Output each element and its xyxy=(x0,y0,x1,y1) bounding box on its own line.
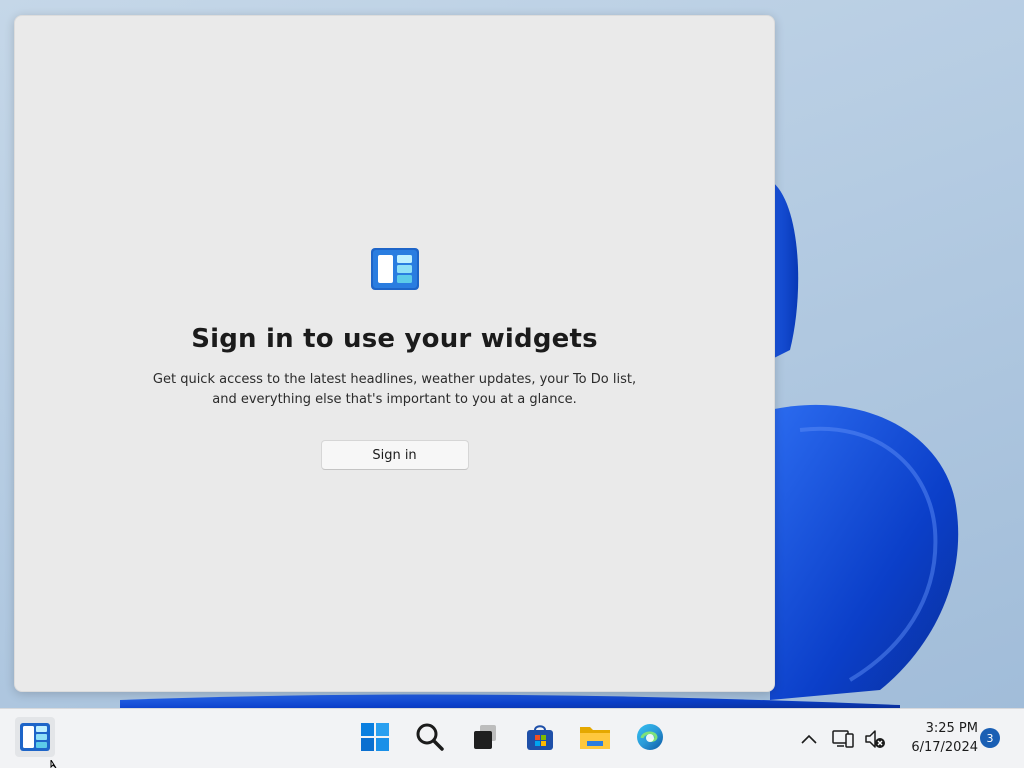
store-icon xyxy=(527,725,553,750)
file-explorer-icon xyxy=(580,727,610,749)
clock-time: 3:25 PM xyxy=(925,721,978,736)
widgets-icon xyxy=(20,723,50,751)
widgets-panel: Sign in to use your widgets Get quick ac… xyxy=(14,15,775,692)
search-icon xyxy=(416,723,444,751)
tray-overflow-button[interactable] xyxy=(796,724,822,754)
sign-in-description: Get quick access to the latest headlines… xyxy=(152,372,637,407)
start-button[interactable] xyxy=(355,717,395,757)
network-button[interactable] xyxy=(830,724,856,754)
notification-badge[interactable]: 3 xyxy=(980,728,1000,748)
sign-in-prompt: Sign in to use your widgets Get quick ac… xyxy=(15,248,774,470)
taskbar-widgets-button[interactable] xyxy=(15,717,55,757)
task-view-button[interactable] xyxy=(465,717,505,757)
taskbar: 3:25 PM 6/17/2024 3 xyxy=(0,708,1024,768)
widgets-icon xyxy=(370,248,419,290)
volume-button[interactable] xyxy=(862,724,888,754)
search-button[interactable] xyxy=(410,717,450,757)
windows-logo-icon xyxy=(361,723,389,751)
mouse-cursor-icon xyxy=(50,760,57,768)
volume-muted-icon xyxy=(865,730,885,748)
chevron-up-icon xyxy=(801,734,817,744)
clock[interactable]: 3:25 PM 6/17/2024 xyxy=(896,719,978,757)
sign-in-button[interactable]: Sign in xyxy=(320,440,469,470)
clock-date: 6/17/2024 xyxy=(911,740,978,755)
edge-icon xyxy=(637,724,663,750)
network-icon xyxy=(832,730,854,748)
task-view-icon xyxy=(474,725,496,749)
store-button[interactable] xyxy=(520,717,560,757)
page-title: Sign in to use your widgets xyxy=(191,324,598,354)
edge-button[interactable] xyxy=(630,717,670,757)
file-explorer-button[interactable] xyxy=(575,717,615,757)
